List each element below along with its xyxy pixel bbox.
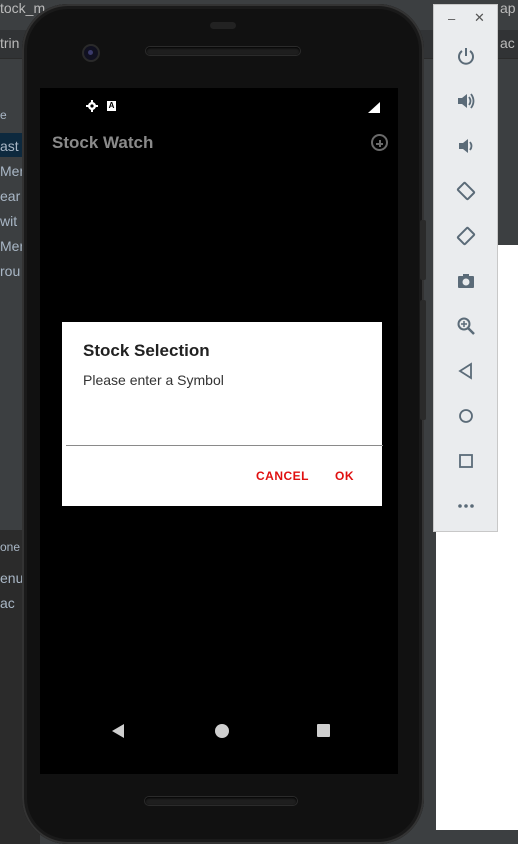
zoom-icon bbox=[457, 317, 475, 335]
volume-down-button[interactable] bbox=[434, 128, 497, 164]
back-icon[interactable] bbox=[112, 724, 124, 738]
add-circle-icon[interactable] bbox=[371, 134, 388, 151]
ide-toolbar-label: trin bbox=[0, 35, 20, 51]
dialog-title: Stock Selection bbox=[83, 341, 210, 360]
ide-panel-item[interactable]: ear bbox=[0, 188, 20, 204]
overview-icon bbox=[459, 454, 473, 468]
symbol-input[interactable] bbox=[66, 417, 383, 446]
top-speaker bbox=[146, 47, 300, 55]
emulator-toolbar: – ✕ bbox=[433, 4, 498, 532]
back-icon bbox=[458, 362, 472, 380]
minimize-button[interactable]: – bbox=[448, 11, 455, 26]
dialog-message: Please enter a Symbol bbox=[83, 372, 224, 388]
volume-down-icon bbox=[459, 139, 473, 153]
stock-selection-dialog: Stock Selection Please enter a Symbol CA… bbox=[62, 322, 383, 506]
recents-icon[interactable] bbox=[317, 724, 330, 737]
ok-button[interactable]: OK bbox=[335, 469, 354, 483]
screenshot-button[interactable] bbox=[434, 263, 497, 299]
cancel-button[interactable]: CANCEL bbox=[256, 469, 309, 483]
rotate-right-button[interactable] bbox=[434, 218, 497, 254]
volume-up-button[interactable] bbox=[434, 83, 497, 119]
phone-sensor bbox=[210, 22, 236, 29]
ide-panel-item[interactable]: rou bbox=[0, 263, 20, 279]
more-button[interactable] bbox=[434, 488, 497, 524]
a-icon: A bbox=[107, 101, 116, 111]
bottom-speaker bbox=[145, 797, 297, 805]
home-icon bbox=[459, 409, 473, 423]
toolbar-back-button[interactable] bbox=[434, 353, 497, 389]
power-icon bbox=[458, 48, 474, 65]
ide-tab-label-right[interactable]: ap bbox=[500, 0, 516, 16]
rotate-right-icon bbox=[456, 226, 476, 246]
zoom-button[interactable] bbox=[434, 308, 497, 344]
app-title: Stock Watch bbox=[52, 133, 154, 152]
volume-up-icon bbox=[458, 93, 475, 109]
ide-bottom-item[interactable]: enu bbox=[0, 570, 23, 586]
close-button[interactable]: ✕ bbox=[474, 10, 485, 26]
camera-lens bbox=[88, 50, 93, 55]
phone-power-key bbox=[420, 220, 426, 280]
ide-panel-item[interactable]: e bbox=[0, 108, 7, 122]
home-icon[interactable] bbox=[215, 724, 229, 738]
ide-panel-item[interactable]: wit bbox=[0, 213, 17, 229]
toolbar-home-button[interactable] bbox=[434, 398, 497, 434]
phone-volume-key bbox=[420, 300, 426, 420]
ide-bottom-item[interactable]: one bbox=[0, 540, 20, 554]
rotate-left-button[interactable] bbox=[434, 173, 497, 209]
gear-icon bbox=[86, 100, 98, 112]
more-icon bbox=[458, 504, 474, 508]
rotate-left-icon bbox=[456, 181, 476, 201]
signal-icon bbox=[368, 102, 380, 113]
camera-icon bbox=[458, 274, 474, 288]
ide-bottom-item[interactable]: ac bbox=[0, 595, 15, 611]
ide-panel-item[interactable]: ast bbox=[0, 138, 19, 154]
ide-toolbar-label-right: ac bbox=[500, 35, 515, 51]
power-button[interactable] bbox=[434, 38, 497, 74]
toolbar-overview-button[interactable] bbox=[434, 443, 497, 479]
